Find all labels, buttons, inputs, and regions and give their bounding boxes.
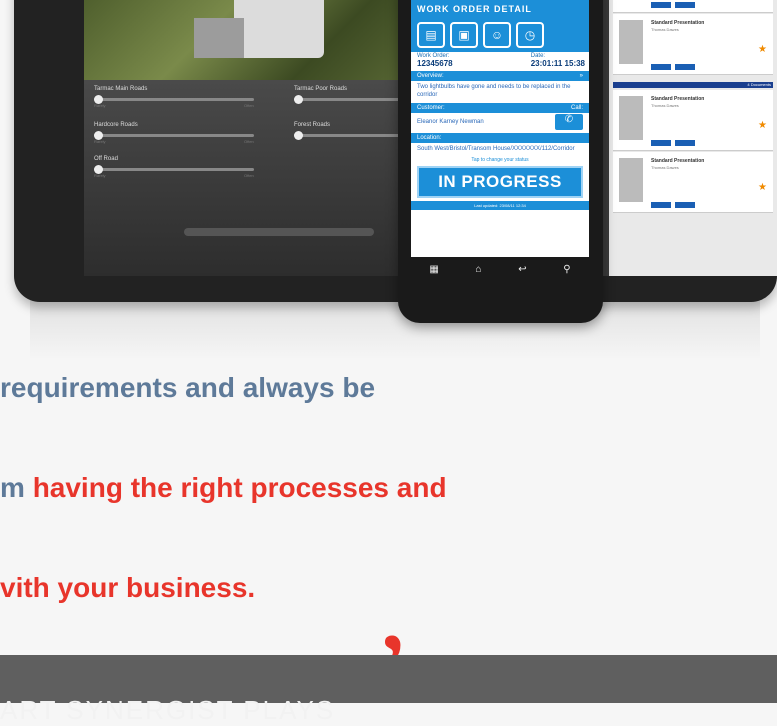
doc-button[interactable] [675,2,695,8]
overview-header[interactable]: Overview: » [411,71,589,81]
map-icon[interactable]: ▣ [450,22,478,48]
quote-line-1: requirements and always be [0,372,376,403]
doc-button[interactable] [651,2,671,8]
date-block: Date: 23:01:11 15:38 [525,52,589,69]
doc-subtitle: Thomas Dawes [651,27,679,32]
doc-title: Standard Presentation [651,20,705,26]
search-icon[interactable]: ⚲ [563,264,570,275]
date-value: 23:01:11 15:38 [530,59,585,68]
quote-mark-icon: , [378,541,408,674]
customer-row: Eleanor Karney Newman ✆ [411,113,589,131]
slider-max-label: Often [244,173,254,178]
status-button[interactable]: IN PROGRESS [417,166,583,198]
doc-title: Standard Presentation [651,96,705,102]
team-icon[interactable]: ☺ [483,22,511,48]
document-list: ☆ Standard Presentation Thomas Dawes ★ 4… [609,0,777,276]
slider-min-label: Rarely [94,103,106,108]
slider-hardcore[interactable]: Hardcore Roads Rarely Often [94,122,264,144]
customer-label: Customer: [417,105,445,111]
doc-button[interactable] [675,64,695,70]
location-value: South West/Bristol/Transom House/XXXXXXX… [417,146,575,152]
last-updated: Last updated: 23/08/11 12:34 [411,201,589,210]
tablet-reflection [30,300,760,360]
list-item[interactable]: Standard Presentation Thomas Dawes ★ [613,14,773,75]
slider-track[interactable] [94,165,254,174]
work-order-value: 12345678 [417,59,453,68]
slider-label: Hardcore Roads [94,122,138,128]
doc-thumbnail [619,96,643,140]
slider-track[interactable] [94,95,254,104]
slider-min-label: Rarely [94,139,106,144]
phone-device: WORK ORDER DETAIL ▤ ▣ ☺ ◷ Work Order: 12… [398,0,603,323]
list-item[interactable]: ☆ [613,0,773,13]
doc-button[interactable] [651,140,671,146]
footer-text: ART SYNERGIST PLAYS [0,695,336,725]
overview-label: Overview: [417,73,444,79]
star-icon[interactable]: ★ [758,44,767,55]
slider-label: Tarmac Main Roads [94,86,148,92]
work-order-title: WORK ORDER DETAIL [411,0,589,18]
doc-subtitle: Thomas Dawes [651,103,679,108]
quote-line-2: m having the right processes and [0,472,447,504]
menu-icon[interactable]: ▦ [429,264,438,275]
home-icon[interactable]: ⌂ [475,264,481,275]
work-order-block: Work Order: 12345678 [411,52,459,69]
star-icon[interactable]: ☆ [759,0,767,1]
doc-button[interactable] [651,202,671,208]
action-icons: ▤ ▣ ☺ ◷ [411,18,589,52]
doc-thumbnail [619,20,643,64]
quote-line-2-prefix: m [0,472,33,503]
panel-bottom-bar [184,228,374,236]
back-icon[interactable]: ↩ [518,264,526,275]
slider-label: Off Road [94,156,118,162]
phone-screen: WORK ORDER DETAIL ▤ ▣ ☺ ◷ Work Order: 12… [411,0,589,257]
slider-max-label: Often [244,103,254,108]
footer-bar: ART SYNERGIST PLAYS [0,655,777,725]
quote-line-2-highlight: having the right processes and [32,472,447,503]
star-icon[interactable]: ★ [758,120,767,131]
doc-button[interactable] [675,202,695,208]
list-item[interactable]: Standard Presentation Thomas Dawes ★ [613,152,773,213]
doc-button[interactable] [651,64,671,70]
phone-call-icon[interactable]: ✆ [555,114,583,130]
customer-header: Customer: Call: [411,103,589,113]
slider-tarmac-main[interactable]: Tarmac Main Roads Rarely Often [94,86,264,108]
truck-photo [84,0,424,80]
document-icon[interactable]: ▤ [417,22,445,48]
slider-off-road[interactable]: Off Road Rarely Often [94,156,264,178]
hero-image: Tarmac Main Roads Rarely Often Tarmac Po… [0,0,777,360]
doc-title: Standard Presentation [651,158,705,164]
doc-subtitle: Thomas Dawes [651,165,679,170]
slider-knob[interactable] [294,131,303,140]
chevron-right-icon: » [579,73,583,79]
star-icon[interactable]: ★ [758,182,767,193]
slider-min-label: Rarely [94,173,106,178]
clock-icon[interactable]: ◷ [516,22,544,48]
slider-knob[interactable] [294,95,303,104]
call-label: Call: [570,105,583,111]
tap-note: Tap to change your status [471,157,529,163]
overview-text: Two lightbulbs have gone and needs to be… [417,84,571,98]
doc-count-header: 4 Documents [613,82,773,88]
quote-line-3: vith your business. [0,572,256,603]
truck-image [194,0,324,58]
phone-nav: ▦ ⌂ ↩ ⚲ [411,258,589,280]
slider-track[interactable] [94,131,254,140]
doc-button[interactable] [675,140,695,146]
tablet-device: Tarmac Main Roads Rarely Often Tarmac Po… [14,0,777,302]
doc-thumbnail [619,158,643,202]
slider-max-label: Often [244,139,254,144]
location-header: Location: [411,133,589,143]
road-usage-panel: Tarmac Main Roads Rarely Often Tarmac Po… [84,80,424,276]
list-item[interactable]: Standard Presentation Thomas Dawes ★ [613,90,773,151]
work-order-row: Work Order: 12345678 Date: 23:01:11 15:3… [411,52,589,69]
